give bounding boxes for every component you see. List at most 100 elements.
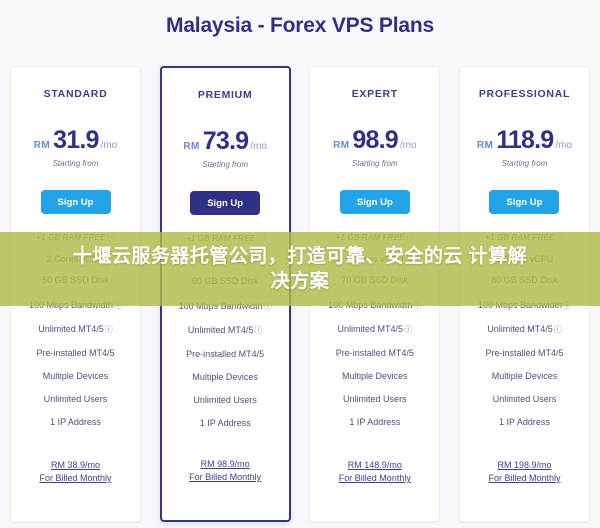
- footer-price-link[interactable]: RM 98.9/mo: [189, 458, 261, 471]
- feature-label: Unlimited MT4/5: [187, 325, 254, 335]
- feature-item: Multiple Devices: [43, 371, 109, 381]
- price-period: /mo: [555, 140, 573, 151]
- spec-ram: +1 GB RAM FREEⓘ: [485, 232, 563, 243]
- plan-footer: RM 148.9/mo For Billed Monthly: [339, 459, 411, 485]
- spec-disk: 50 GB SSD Disk: [42, 275, 109, 285]
- plan-name: PROFESSIONAL: [478, 88, 571, 100]
- info-icon[interactable]: ⓘ: [404, 324, 412, 335]
- feature-label: Unlimited Users: [492, 394, 557, 404]
- plan-card-standard[interactable]: STANDARD RM 31.9/mo Starting from Sign Up +1 …: [10, 66, 141, 522]
- feature-label: Pre-installed MT4/5: [186, 349, 265, 359]
- spec-ram-label: +1 GB RAM FREE: [36, 233, 106, 242]
- price-period: /mo: [250, 141, 267, 152]
- feature-item: Unlimited MT4/5ⓘ: [487, 324, 562, 335]
- price-amount: 118.9: [496, 126, 554, 154]
- info-icon[interactable]: ⓘ: [114, 300, 122, 311]
- info-icon[interactable]: ⓘ: [107, 232, 115, 243]
- footer-price-link[interactable]: RM 38.9/mo: [39, 459, 111, 472]
- info-icon[interactable]: ⓘ: [413, 300, 421, 311]
- spec-disk: 60 GB SSD Disk: [191, 276, 259, 286]
- plan-features: 100 Mbps Bandwidthⓘ Unlimited MT4/5ⓘ Pre-i…: [162, 301, 289, 441]
- plan-card-premium[interactable]: PREMIUM RM 73.9/mo Starting from Sign Up +1 G…: [159, 66, 291, 522]
- feature-item: 100 Mbps Bandwidthⓘ: [478, 300, 571, 311]
- plan-price: RM 118.9/mo: [477, 126, 572, 155]
- feature-label: Pre-installed MT4/5: [335, 348, 414, 358]
- info-icon[interactable]: ⓘ: [254, 325, 262, 336]
- feature-item: Unlimited MT4/5ⓘ: [338, 324, 413, 335]
- plan-footer: RM 38.9/mo For Billed Monthly: [39, 459, 111, 485]
- currency-label: RM: [333, 140, 350, 151]
- spec-disk: 70 GB SSD Disk: [341, 275, 409, 285]
- currency-label: RM: [33, 140, 51, 151]
- feature-label: Pre-installed MT4/5: [485, 348, 564, 358]
- feature-item: 1 IP Address: [200, 418, 251, 428]
- feature-label: 100 Mbps Bandwidth: [28, 300, 114, 310]
- sign-up-button[interactable]: Sign Up: [40, 190, 111, 214]
- feature-label: 100 Mbps Bandwidth: [477, 300, 562, 310]
- starting-from-label: Starting from: [52, 159, 99, 168]
- sign-up-button[interactable]: Sign Up: [339, 190, 410, 214]
- footer-price-link[interactable]: RM 148.9/mo: [339, 459, 411, 472]
- plan-specs: +1 GB RAM FREEⓘ 2 Cores vCPU 50 GB SSD Dis…: [11, 232, 140, 285]
- price-amount: 73.9: [202, 127, 249, 155]
- feature-item: 100 Mbps Bandwidthⓘ: [179, 301, 272, 312]
- plan-features: 100 Mbps Bandwidthⓘ Unlimited MT4/5ⓘ Pre-i…: [460, 300, 589, 440]
- feature-label: 1 IP Address: [50, 417, 101, 427]
- starting-from-label: Starting from: [202, 160, 249, 169]
- feature-item: Unlimited MT4/5ⓘ: [38, 324, 113, 335]
- info-icon[interactable]: ⓘ: [554, 324, 562, 335]
- feature-label: 1 IP Address: [349, 417, 401, 427]
- feature-item: Unlimited MT4/5ⓘ: [188, 325, 263, 336]
- feature-item: 1 IP Address: [349, 417, 400, 427]
- feature-item: Multiple Devices: [492, 371, 558, 381]
- feature-label: Unlimited MT4/5: [337, 324, 404, 334]
- feature-label: Multiple Devices: [192, 372, 258, 382]
- info-icon[interactable]: ⓘ: [264, 301, 272, 312]
- info-icon[interactable]: ⓘ: [105, 324, 113, 335]
- spec-cpu: 8 Cores vCPU: [495, 254, 554, 264]
- feature-label: Multiple Devices: [491, 371, 558, 381]
- footer-price-link[interactable]: RM 198.9/mo: [488, 459, 560, 472]
- starting-from-label: Starting from: [501, 159, 548, 168]
- spec-cpu: 4 Cores vCPU: [196, 255, 254, 265]
- plan-card-expert[interactable]: EXPERT RM 98.9/mo Starting from Sign Up +1 GB…: [309, 66, 441, 522]
- feature-label: Multiple Devices: [42, 371, 109, 381]
- pricing-plans-row: STANDARD RM 31.9/mo Starting from Sign Up +1 …: [0, 66, 600, 522]
- footer-billing-link[interactable]: For Billed Monthly: [189, 471, 261, 484]
- feature-label: 100 Mbps Bandwidth: [178, 301, 263, 311]
- spec-ram: +1 GB RAM FREEⓘ: [336, 232, 414, 243]
- feature-item: Pre-installed MT4/5: [186, 349, 264, 359]
- footer-billing-link[interactable]: For Billed Monthly: [488, 472, 560, 485]
- plan-name: PREMIUM: [197, 89, 253, 101]
- plan-specs: +1 GB RAM FREEⓘ 8 Cores vCPU 80 GB SSD Dis…: [460, 232, 589, 285]
- info-icon[interactable]: ⓘ: [556, 232, 564, 243]
- price-period: /mo: [100, 140, 118, 151]
- spec-cpu: 2 Cores vCPU: [46, 254, 105, 264]
- plan-name: STANDARD: [43, 88, 108, 100]
- spec-ram: +1 GB RAM FREEⓘ: [186, 233, 264, 244]
- info-icon[interactable]: ⓘ: [256, 233, 264, 244]
- info-icon[interactable]: ⓘ: [563, 300, 571, 311]
- sign-up-button[interactable]: Sign Up: [190, 191, 261, 215]
- feature-label: 1 IP Address: [499, 417, 550, 427]
- currency-label: RM: [476, 140, 494, 151]
- plan-specs: +1 GB RAM FREEⓘ 6 Cores vCPU 70 GB SSD Dis…: [310, 232, 439, 285]
- feature-label: Unlimited MT4/5: [38, 324, 104, 334]
- feature-item: 1 IP Address: [50, 417, 101, 427]
- plan-card-professional[interactable]: PROFESSIONAL RM 118.9/mo Starting from Sign …: [458, 66, 590, 522]
- info-icon[interactable]: ⓘ: [406, 232, 414, 243]
- spec-ram-label: +1 GB RAM FREE: [485, 233, 555, 242]
- sign-up-button[interactable]: Sign Up: [489, 190, 560, 214]
- spec-ram-label: +1 GB RAM FREE: [335, 233, 405, 242]
- feature-item: Pre-installed MT4/5: [336, 348, 414, 358]
- feature-item: 100 Mbps Bandwidthⓘ: [29, 300, 122, 311]
- plan-features: 100 Mbps Bandwidthⓘ Unlimited MT4/5ⓘ Pre-i…: [11, 300, 140, 440]
- plan-footer: RM 198.9/mo For Billed Monthly: [488, 459, 560, 485]
- feature-item: Unlimited Users: [44, 394, 108, 404]
- footer-billing-link[interactable]: For Billed Monthly: [39, 472, 111, 485]
- feature-item: Pre-installed MT4/5: [36, 348, 114, 358]
- footer-billing-link[interactable]: For Billed Monthly: [339, 472, 411, 485]
- plan-price: RM 73.9/mo: [183, 127, 267, 156]
- feature-item: Unlimited Users: [343, 394, 407, 404]
- feature-item: 100 Mbps Bandwidthⓘ: [328, 300, 421, 311]
